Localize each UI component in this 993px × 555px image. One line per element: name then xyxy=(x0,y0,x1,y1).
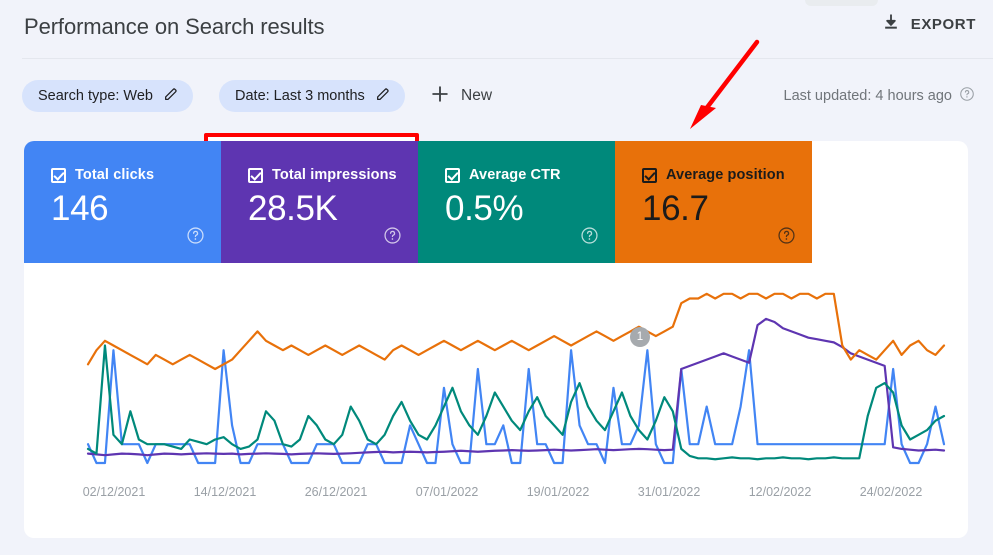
page-header: Performance on Search results EXPORT xyxy=(0,0,993,58)
pencil-icon xyxy=(163,86,179,106)
metric-value: 0.5% xyxy=(445,188,615,229)
x-axis-tick-label: 19/01/2022 xyxy=(527,485,590,499)
checkbox-icon[interactable] xyxy=(642,168,657,183)
download-icon xyxy=(881,12,901,37)
metric-value: 28.5K xyxy=(248,188,418,229)
x-axis-tick-label: 26/12/2021 xyxy=(305,485,368,499)
help-circle-icon[interactable] xyxy=(383,226,402,250)
pencil-icon xyxy=(375,86,391,106)
annotation-badge[interactable]: 1 xyxy=(630,327,650,347)
x-axis-tick-label: 12/02/2022 xyxy=(749,485,812,499)
page-title: Performance on Search results xyxy=(24,14,324,40)
checkbox-icon[interactable] xyxy=(248,168,263,183)
x-axis-tick-label: 02/12/2021 xyxy=(83,485,146,499)
x-axis-tick-label: 07/01/2022 xyxy=(416,485,479,499)
metric-value: 146 xyxy=(51,188,221,229)
metric-card-total-impressions[interactable]: Total impressions 28.5K xyxy=(221,141,418,263)
metric-card-average-position[interactable]: Average position 16.7 xyxy=(615,141,812,263)
help-circle-icon[interactable] xyxy=(777,226,796,250)
last-updated-status: Last updated: 4 hours ago xyxy=(784,86,976,106)
export-label: EXPORT xyxy=(911,16,976,33)
plus-icon xyxy=(429,83,451,110)
x-axis-tick-label: 31/01/2022 xyxy=(638,485,701,499)
metric-cards: Total clicks 146 Total impressions 28.5K xyxy=(24,141,812,263)
help-circle-icon[interactable] xyxy=(959,86,975,106)
filter-chip-date-label: Date: Last 3 months xyxy=(235,88,365,104)
last-updated-label: Last updated: 4 hours ago xyxy=(784,88,953,104)
performance-card: Total clicks 146 Total impressions 28.5K xyxy=(24,141,968,538)
metric-label: Total clicks xyxy=(75,167,154,183)
performance-chart[interactable]: 02/12/2021 14/12/2021 26/12/2021 07/01/2022… xyxy=(24,263,968,538)
new-filter-label: New xyxy=(461,87,492,105)
new-filter-button[interactable]: New xyxy=(429,81,492,111)
filter-chip-search-type[interactable]: Search type: Web xyxy=(22,80,193,112)
metric-label: Total impressions xyxy=(272,167,397,183)
help-circle-icon[interactable] xyxy=(186,226,205,250)
filter-bar: Search type: Web Date: Last 3 months New… xyxy=(0,59,993,135)
x-axis-tick-label: 14/12/2021 xyxy=(194,485,257,499)
checkbox-icon[interactable] xyxy=(445,168,460,183)
chart-x-axis: 02/12/2021 14/12/2021 26/12/2021 07/01/2022… xyxy=(24,485,968,515)
metric-value: 16.7 xyxy=(642,188,812,229)
filter-chip-search-type-label: Search type: Web xyxy=(38,88,153,104)
chart-plot-area xyxy=(24,263,968,493)
metric-card-total-clicks[interactable]: Total clicks 146 xyxy=(24,141,221,263)
x-axis-tick-label: 24/02/2022 xyxy=(860,485,923,499)
metric-label: Average position xyxy=(666,167,785,183)
checkbox-icon[interactable] xyxy=(51,168,66,183)
metric-card-average-ctr[interactable]: Average CTR 0.5% xyxy=(418,141,615,263)
help-circle-icon[interactable] xyxy=(580,226,599,250)
metric-label: Average CTR xyxy=(469,167,561,183)
chart-line-average-position xyxy=(88,294,944,369)
filter-chip-date[interactable]: Date: Last 3 months xyxy=(219,80,405,112)
export-button[interactable]: EXPORT xyxy=(881,12,976,37)
